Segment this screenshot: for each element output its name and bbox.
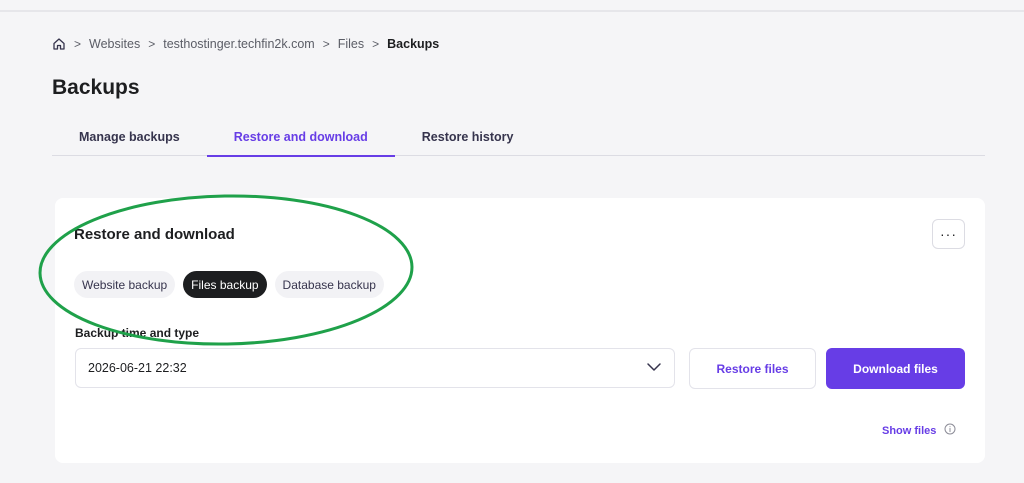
- backup-type-chips: Website backup Files backup Database bac…: [74, 271, 384, 298]
- breadcrumb-current: Backups: [387, 37, 440, 51]
- breadcrumb-files[interactable]: Files: [338, 37, 364, 51]
- more-options-button[interactable]: ···: [932, 219, 965, 249]
- backup-time-label: Backup time and type: [75, 326, 200, 340]
- tab-bar: Manage backups Restore and download Rest…: [52, 118, 985, 157]
- chevron-right-icon: >: [322, 37, 330, 51]
- tab-restore-history[interactable]: Restore history: [395, 118, 541, 156]
- breadcrumb: > Websites > testhostinger.techfin2k.com…: [52, 37, 439, 51]
- chevron-right-icon: >: [148, 37, 156, 51]
- breadcrumb-domain[interactable]: testhostinger.techfin2k.com: [163, 37, 314, 51]
- breadcrumb-websites[interactable]: Websites: [89, 37, 140, 51]
- chip-database-backup[interactable]: Database backup: [274, 271, 384, 298]
- top-divider: [0, 10, 1024, 12]
- backup-time-value: 2026-06-21 22:32: [88, 361, 187, 375]
- chevron-right-icon: >: [372, 37, 380, 51]
- restore-download-card: Restore and download ··· Website backup …: [55, 198, 985, 463]
- tab-restore-and-download[interactable]: Restore and download: [206, 118, 395, 157]
- tab-manage-backups[interactable]: Manage backups: [52, 118, 207, 156]
- card-title: Restore and download: [74, 226, 235, 243]
- chevron-down-icon: [646, 361, 662, 375]
- download-files-button[interactable]: Download files: [826, 348, 965, 389]
- page-title: Backups: [52, 76, 140, 99]
- home-icon[interactable]: [52, 37, 66, 51]
- restore-files-button[interactable]: Restore files: [689, 348, 816, 389]
- show-files-label: Show files: [882, 424, 937, 437]
- show-files-link[interactable]: Show files: [882, 423, 956, 438]
- more-horizontal-icon: ···: [940, 226, 957, 242]
- info-icon: [944, 423, 956, 438]
- chip-files-backup[interactable]: Files backup: [183, 271, 267, 298]
- backup-time-select[interactable]: 2026-06-21 22:32: [75, 348, 675, 388]
- chip-website-backup[interactable]: Website backup: [74, 271, 176, 298]
- chevron-right-icon: >: [74, 37, 82, 51]
